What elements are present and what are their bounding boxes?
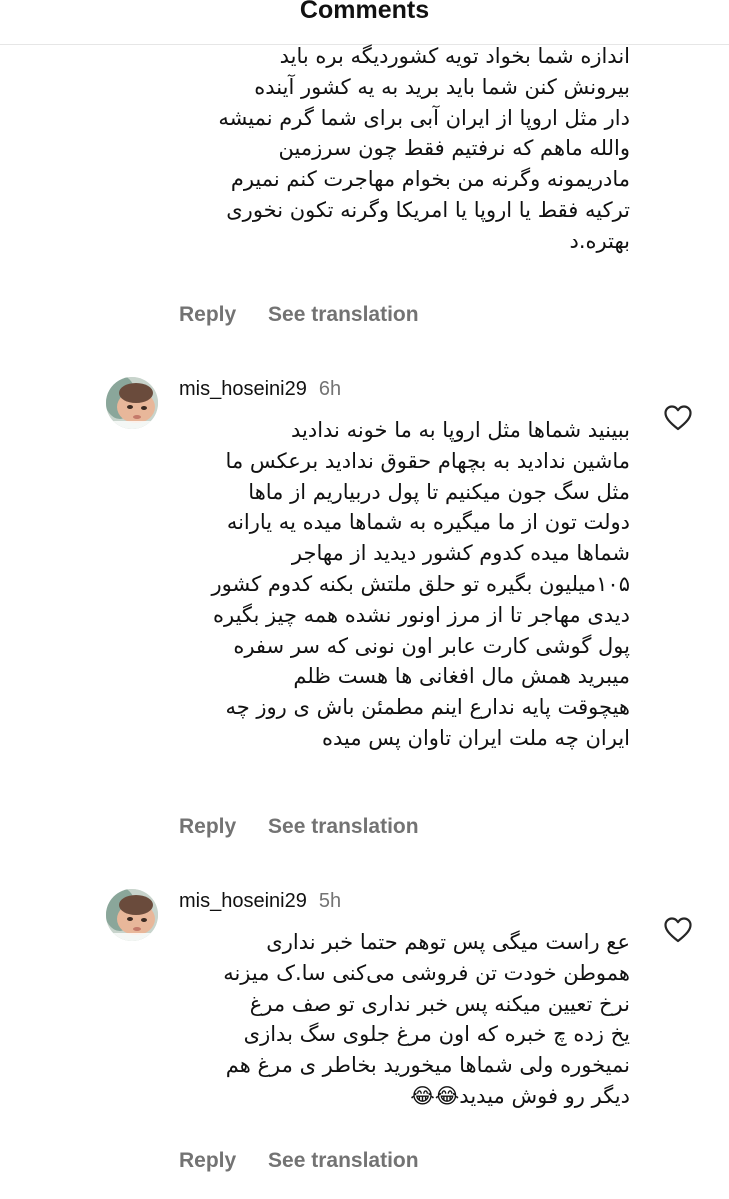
comment-line: پول گوشی کارت عابر اون نونی که سر سفره <box>233 633 630 658</box>
comment-line: بیرونش کنن شما باید برید به یه کشور آیند… <box>254 74 630 99</box>
see-translation-button[interactable]: See translation <box>268 303 419 326</box>
username[interactable]: mis_hoseini29 <box>179 890 307 912</box>
comment-line: عع راست میگی پس توهم حتما خبر نداری <box>266 930 630 954</box>
comment-text: ببینید شماها مثل اروپا به ما خونه ندادید… <box>150 415 630 754</box>
comment-line: مثل سگ جون میکنیم تا پول دربیاریم از ماه… <box>248 479 630 504</box>
comment-line: ۱۰۵میلیون بگیره تو حلق ملتش بکنه کدوم کش… <box>211 571 630 596</box>
comment-line: دار مثل اروپا از ایران آبی برای شما گرم … <box>218 105 630 130</box>
see-translation-button[interactable]: See translation <box>268 1149 419 1172</box>
heart-outline-icon[interactable] <box>664 917 692 943</box>
comment-line: ماشین ندادید به بچهام حقوق ندادید برعکس … <box>225 448 630 473</box>
comment-actions: Reply See translation <box>179 814 419 840</box>
comment-line: ترکیه فقط یا اروپا یا امریکا وگرنه تکون … <box>226 197 630 222</box>
reply-button[interactable]: Reply <box>179 303 236 326</box>
timestamp: 6h <box>318 378 342 400</box>
comment-line: دیگر رو فوش میدید😂😂 <box>410 1083 630 1108</box>
comment-actions: Reply See translation <box>179 1148 419 1174</box>
see-translation-button[interactable]: See translation <box>268 815 419 838</box>
comment-text: عع راست میگی پس توهم حتما خبر نداری هموط… <box>150 927 630 1112</box>
comment-line: نمیخوره ولی شماها میخورید بخاطر ی مرغ هم <box>225 1053 630 1078</box>
username[interactable]: mis_hoseini29 <box>179 378 307 400</box>
comment-actions: Reply See translation <box>179 302 419 328</box>
comment-line: مادریمونه وگرنه من بخوام مهاجرت کنم نمیر… <box>230 167 630 192</box>
comment-line: دولت تون از ما میگیره به شماها میده یه ی… <box>226 510 630 535</box>
reply-button[interactable]: Reply <box>179 815 236 838</box>
comments-header: Comments <box>0 0 729 45</box>
comment-line: دیدی مهاجر تا از مرز اونور نشده همه چیز … <box>213 602 630 627</box>
comment-line: بهتره.د <box>569 228 630 253</box>
page-title: Comments <box>299 0 430 24</box>
comment-line: یخ زده چ خبره که اون مرغ جلوی سگ بدازی <box>243 1022 630 1047</box>
comment-line: میبرید همش مال افغانی ها هست ظلم <box>293 664 630 689</box>
comment-line: هموطن خودت تن فروشی می‌کنی سا.ک میزنه <box>223 960 630 985</box>
reply-button[interactable]: Reply <box>179 1149 236 1172</box>
comment-line: ببینید شماها مثل اروپا به ما خونه ندادید <box>290 418 630 442</box>
comment-meta: mis_hoseini29 6h <box>179 377 341 401</box>
comment-line: اندازه شما بخواد تویه کشوردیگه بره باید <box>279 44 630 68</box>
comment-line: نرخ تعیین میکنه پس خبر نداری تو صف مرغ <box>249 991 630 1016</box>
comment-line: شماها میده کدوم کشور دیدید از مهاجر <box>291 541 630 566</box>
heart-outline-icon[interactable] <box>664 405 692 431</box>
comment-text: اندازه شما بخواد تویه کشوردیگه بره باید … <box>150 41 630 257</box>
timestamp: 5h <box>318 890 342 912</box>
comment-line: هیچوقت پایه ندارع اینم مطمئن باش ی روز چ… <box>225 695 630 720</box>
comment-line: والله ماهم که نرفتیم فقط چون سرزمین <box>278 136 630 161</box>
comment-meta: mis_hoseini29 5h <box>179 889 341 913</box>
comment-line: ایران چه ملت ایران تاوان پس میده <box>321 725 630 750</box>
